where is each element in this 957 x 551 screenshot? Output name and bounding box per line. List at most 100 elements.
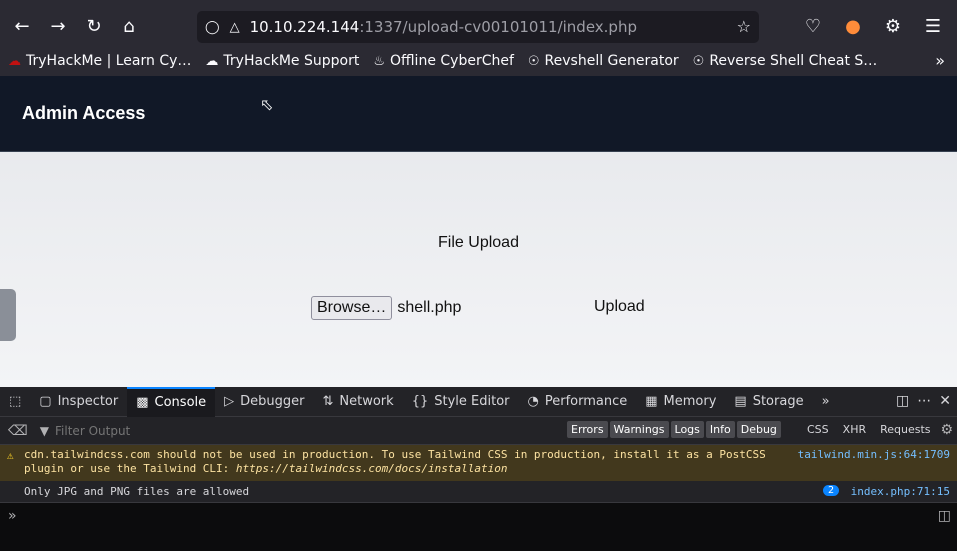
- toolbar-right-icons: ♡ ● ⚙ ☰: [795, 8, 957, 44]
- storage-icon: ▤: [734, 394, 747, 409]
- console-log-message: Only JPG and PNG files are allowed 2 ind…: [0, 481, 957, 503]
- console-input[interactable]: » ◫: [0, 503, 957, 529]
- cloud-icon: ☁: [205, 53, 219, 69]
- level-logs[interactable]: Logs: [670, 421, 704, 438]
- upload-heading: File Upload: [438, 234, 519, 251]
- web-page: Admin Access File Upload Browse… shell.p…: [0, 76, 957, 387]
- forward-icon[interactable]: →: [40, 8, 76, 44]
- level-debug[interactable]: Debug: [736, 421, 781, 438]
- tabs-overflow-icon[interactable]: »: [813, 387, 839, 417]
- devtools-tabs: ⬚ ▢ Inspector ▩ Console ▷ Debugger ⇅ Network…: [0, 386, 957, 417]
- clear-console-icon[interactable]: ⌫: [8, 423, 28, 439]
- tab-network[interactable]: ⇅ Network: [314, 387, 403, 417]
- prompt-chevron-icon: »: [8, 508, 17, 524]
- url-path: :1337/upload-cv00101011/index.php: [359, 18, 637, 36]
- tab-console[interactable]: ▩ Console: [127, 386, 216, 417]
- bookmark-tryhackme[interactable]: ☁ TryHackMe | Learn Cy…: [8, 53, 191, 69]
- tab-memory[interactable]: ▦ Memory: [636, 387, 725, 417]
- console-toolbar: ⌫ ▼ Errors Warnings Logs Info Debug CSS …: [0, 417, 957, 445]
- console-warning: ⚠ cdn.tailwindcss.com should not be used…: [0, 445, 957, 481]
- network-icon: ⇅: [322, 394, 334, 409]
- selected-file-name: shell.php: [397, 299, 462, 316]
- warning-text-line2: plugin or use the Tailwind CLI: https://…: [24, 462, 933, 476]
- chef-icon: ♨: [373, 53, 385, 69]
- url-bar[interactable]: ◯ △ 10.10.224.144:1337/upload-cv00101011…: [197, 11, 759, 43]
- warning-text-line1: cdn.tailwindcss.com should not be used i…: [24, 448, 766, 461]
- insecure-lock-icon[interactable]: △: [230, 20, 240, 35]
- back-icon[interactable]: ←: [4, 8, 40, 44]
- warning-source-link[interactable]: tailwind.min.js:64:1709: [798, 448, 950, 462]
- url-host: 10.10.224.144: [249, 18, 360, 36]
- more-options-icon[interactable]: ⋯: [917, 393, 931, 409]
- tab-label: Style Editor: [434, 394, 510, 409]
- level-errors[interactable]: Errors: [567, 421, 608, 438]
- tab-label: Debugger: [240, 394, 305, 409]
- filter-output-input[interactable]: [55, 423, 256, 438]
- tab-label: Network: [339, 394, 394, 409]
- tab-label: Memory: [663, 394, 717, 409]
- bookmarks-bar: ☁ TryHackMe | Learn Cy… ☁ TryHackMe Suppor…: [0, 46, 957, 76]
- page-header: Admin Access: [0, 76, 957, 152]
- tab-inspector[interactable]: ▢ Inspector: [30, 387, 127, 417]
- dock-icon[interactable]: ◫: [896, 393, 909, 409]
- bookmarks-overflow-icon[interactable]: »: [935, 51, 945, 70]
- filter-xhr[interactable]: XHR: [843, 423, 866, 436]
- style-editor-icon: {}: [411, 394, 429, 409]
- filter-css[interactable]: CSS: [807, 423, 829, 436]
- menu-icon[interactable]: ☰: [915, 8, 951, 44]
- bookmark-star-icon[interactable]: ☆: [737, 17, 751, 36]
- bookmark-cheatsheet[interactable]: ☉ Reverse Shell Cheat S…: [693, 53, 878, 69]
- level-info[interactable]: Info: [705, 421, 735, 438]
- tab-style-editor[interactable]: {} Style Editor: [403, 387, 519, 417]
- browser-toolbar: ← → ↻ ⌂ ◯ △ 10.10.224.144:1337/upload-cv…: [0, 0, 957, 52]
- tab-label: Inspector: [57, 394, 119, 409]
- thm-icon: ☁: [8, 53, 21, 69]
- extensions-icon[interactable]: ⚙: [875, 8, 911, 44]
- upload-button[interactable]: Upload: [594, 298, 645, 316]
- filter-icon: ▼: [39, 423, 50, 438]
- debugger-icon: ▷: [224, 394, 235, 409]
- filter-requests[interactable]: Requests: [880, 423, 930, 436]
- warning-icon: ⚠: [7, 449, 14, 462]
- tab-storage[interactable]: ▤ Storage: [725, 387, 812, 417]
- tab-performance[interactable]: ◔ Performance: [519, 387, 637, 417]
- tab-label: Performance: [544, 394, 628, 409]
- bookmark-label: TryHackMe Support: [223, 53, 360, 69]
- bookmark-thm-support[interactable]: ☁ TryHackMe Support: [205, 53, 359, 69]
- tab-label: Storage: [752, 394, 804, 409]
- level-warnings[interactable]: Warnings: [609, 421, 669, 438]
- page-title: Admin Access: [22, 103, 146, 123]
- bookmark-label: Revshell Generator: [544, 53, 679, 69]
- console-input-area[interactable]: [0, 529, 957, 551]
- element-picker-icon[interactable]: ⬚: [0, 387, 30, 417]
- bookmark-cyberchef[interactable]: ♨ Offline CyberChef: [373, 53, 514, 69]
- shield-icon: ◯: [205, 19, 220, 35]
- pocket-icon[interactable]: ♡: [795, 8, 831, 44]
- console-icon: ▩: [136, 395, 149, 410]
- bookmark-label: Reverse Shell Cheat S…: [709, 53, 878, 69]
- log-text: Only JPG and PNG files are allowed: [24, 485, 250, 498]
- mouse-cursor-icon: ⬁: [260, 95, 274, 114]
- file-input[interactable]: Browse… shell.php: [311, 296, 461, 320]
- split-console-icon[interactable]: ◫: [938, 508, 951, 524]
- warning-link[interactable]: https://tailwindcss.com/docs/installatio…: [236, 462, 508, 475]
- close-devtools-icon[interactable]: ✕: [939, 393, 951, 409]
- browse-button[interactable]: Browse…: [311, 296, 393, 320]
- log-level-filters: Errors Warnings Logs Info Debug: [567, 421, 781, 438]
- home-icon[interactable]: ⌂: [111, 8, 147, 44]
- warning-text: plugin or use the Tailwind CLI:: [24, 462, 236, 475]
- devtools-window-controls: ◫ ⋯ ✕: [890, 387, 957, 415]
- reload-icon[interactable]: ↻: [76, 8, 112, 44]
- burp-extension-icon[interactable]: ●: [835, 8, 871, 44]
- performance-icon: ◔: [527, 394, 539, 409]
- globe-icon: ☉: [692, 53, 705, 69]
- tab-debugger[interactable]: ▷ Debugger: [215, 387, 313, 417]
- memory-icon: ▦: [645, 394, 658, 409]
- repeat-count-badge: 2: [822, 485, 839, 496]
- bookmark-label: TryHackMe | Learn Cy…: [26, 53, 192, 69]
- sidebar-handle[interactable]: [0, 289, 16, 341]
- bookmark-revshell[interactable]: ☉ Revshell Generator: [528, 53, 679, 69]
- url-text[interactable]: 10.10.224.144:1337/upload-cv00101011/ind…: [250, 18, 637, 36]
- console-settings-icon[interactable]: ⚙: [940, 422, 953, 438]
- log-source-link[interactable]: index.php:71:15: [851, 485, 950, 498]
